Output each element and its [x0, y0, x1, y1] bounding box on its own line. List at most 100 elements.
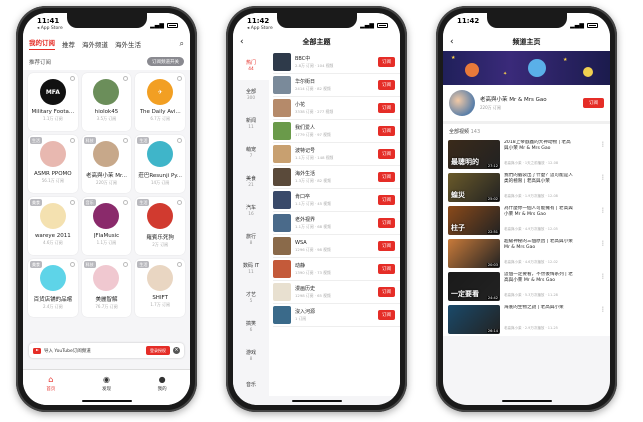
- channel-row[interactable]: 小花 3338 订阅 · 277 视频 订阅: [273, 97, 400, 120]
- back-to-app-store[interactable]: ◂ App Store: [247, 26, 273, 31]
- more-icon[interactable]: ⋮: [600, 240, 606, 247]
- channel-card[interactable]: ✈ The Daily Avi... 6.7万 订阅: [135, 73, 185, 131]
- channel-subscribers: 56.1万 订阅: [41, 178, 64, 183]
- select-checkbox[interactable]: [177, 76, 182, 81]
- select-checkbox[interactable]: [177, 200, 182, 205]
- video-thumbnail[interactable]: 柱子 22:51: [448, 206, 500, 235]
- subscribe-button[interactable]: 订阅: [378, 264, 395, 274]
- select-checkbox[interactable]: [69, 76, 75, 81]
- channel-card[interactable]: 生活 ASMR PPOMO 56.1万 订阅: [28, 135, 78, 193]
- more-icon[interactable]: ⋮: [600, 174, 606, 181]
- category-item[interactable]: 美食 21: [233, 167, 269, 196]
- channel-row[interactable]: 波特记号 1.1万 订阅 · 148 视频 订阅: [273, 143, 400, 166]
- tab-overseas-life[interactable]: 海外生活: [115, 39, 141, 49]
- video-thumbnail[interactable]: 26:14: [448, 305, 500, 334]
- channel-row[interactable]: WSA 1296 订阅 · 98 视频 订阅: [273, 235, 400, 258]
- home-indicator: [81, 399, 132, 402]
- channel-card[interactable]: 科技 美麗智解 76.7万 订阅: [81, 259, 132, 317]
- subscribe-button[interactable]: 订阅: [378, 218, 395, 228]
- select-checkbox[interactable]: [69, 200, 75, 205]
- select-checkbox[interactable]: [69, 138, 75, 143]
- video-row[interactable]: 柱子 22:51 為什麼你一個人可能擁有 | 老高與小茉 Mr & Mrs Gao 老…: [443, 204, 610, 237]
- select-checkbox[interactable]: [123, 200, 129, 205]
- subscribe-button[interactable]: 订阅: [378, 126, 395, 136]
- back-arrow-icon[interactable]: ‹: [240, 37, 244, 47]
- channel-card[interactable]: 科技 老高與小茉 Mr... 220万 订阅: [81, 135, 132, 193]
- category-item[interactable]: 热门 44: [233, 51, 269, 80]
- video-thumbnail[interactable]: 蝗災 25:02: [448, 173, 500, 202]
- channel-row[interactable]: 动静 1390 订阅 · 73 视频 订阅: [273, 258, 400, 281]
- subscribe-button[interactable]: 订阅: [378, 80, 395, 90]
- tab-overseas-channels[interactable]: 海外频道: [82, 39, 108, 49]
- tab-my-subscriptions[interactable]: 我的订阅: [29, 37, 55, 50]
- category-item[interactable]: 全部 300: [233, 80, 269, 109]
- close-icon[interactable]: ×: [173, 347, 180, 354]
- category-item[interactable]: 萌宠 7: [233, 138, 269, 167]
- more-icon[interactable]: ⋮: [600, 273, 606, 280]
- subscribe-button[interactable]: 订阅: [378, 57, 395, 67]
- channel-row[interactable]: 肯口卒 1.1万 订阅 · 45 视频 订阅: [273, 189, 400, 212]
- subscribe-button[interactable]: 订阅: [378, 149, 395, 159]
- subscribe-button[interactable]: 订阅: [378, 287, 395, 297]
- category-tag: 生活: [137, 261, 150, 268]
- select-checkbox[interactable]: [69, 262, 75, 267]
- channel-row[interactable]: BBC中 2.8万 订阅 · 104 视频 订阅: [273, 51, 400, 74]
- video-meta: 老高與小茉 · 1天之前播放 · 12-08: [504, 161, 559, 165]
- nav-profile[interactable]: ● 我的: [158, 375, 167, 405]
- channel-card[interactable]: 美食 百货店铺的品嚐 2.4万 订阅: [28, 259, 78, 317]
- category-item[interactable]: 数码 IT 11: [233, 254, 269, 283]
- all-videos-count: 143: [470, 129, 481, 135]
- youtube-login-button[interactable]: 登录授权: [146, 346, 170, 355]
- channel-row[interactable]: 华尔街日 2414 订阅 · 82 视频 订阅: [273, 74, 400, 97]
- subscribe-button[interactable]: 订阅: [583, 98, 604, 108]
- video-row[interactable]: 一定要看 24:42 這個一定要看，不然後悔系列 | 老高與小茉 Mr & Mrs …: [443, 270, 610, 303]
- channel-card[interactable]: 音乐 JFlaMusic 1.1万 订阅: [81, 197, 132, 255]
- select-checkbox[interactable]: [177, 138, 182, 143]
- video-row[interactable]: 26:14 海底的生物之謎 | 老高與小茉 老高與小茉 · 2.9万次播放 · 11…: [443, 303, 610, 336]
- video-thumbnail[interactable]: 最聰明的 27:12: [448, 140, 500, 169]
- category-item[interactable]: 音乐: [233, 370, 269, 399]
- category-item[interactable]: 才艺 5: [233, 283, 269, 312]
- subscribe-toggle-button[interactable]: 订阅频道开关: [147, 57, 184, 66]
- channel-row[interactable]: 漫画历史 1298 订阅 · 65 视频 订阅: [273, 281, 400, 304]
- channel-card[interactable]: 生活 莊巴Resunji Py... 14万 订阅: [135, 135, 185, 193]
- channel-row[interactable]: 我们爱人 1779 订阅 · 97 视频 订阅: [273, 120, 400, 143]
- channel-card[interactable]: 生活 羅賓乐死狗 2万 订阅: [135, 197, 185, 255]
- channel-row[interactable]: 老外视界 1.1万 订阅 · 68 视频 订阅: [273, 212, 400, 235]
- more-icon[interactable]: ⋮: [600, 141, 606, 148]
- back-arrow-icon[interactable]: ‹: [450, 37, 454, 47]
- select-checkbox[interactable]: [123, 138, 129, 143]
- category-item[interactable]: 汽车 16: [233, 196, 269, 225]
- category-item[interactable]: 旅行 8: [233, 225, 269, 254]
- category-item[interactable]: 新闻 11: [233, 109, 269, 138]
- channel-card[interactable]: hiolok45 3.5万 订阅: [81, 73, 132, 131]
- category-count: 44: [248, 67, 254, 72]
- category-item[interactable]: 游戏 8: [233, 341, 269, 370]
- tab-recommended[interactable]: 推荐: [62, 39, 75, 49]
- subscribe-button[interactable]: 订阅: [378, 310, 395, 320]
- channel-row[interactable]: 海外生活 1.3万 订阅 · 82 视频 订阅: [273, 166, 400, 189]
- video-thumbnail[interactable]: 20:03: [448, 239, 500, 268]
- channel-card[interactable]: MFA Military Foota... 1.1万 订阅: [28, 73, 78, 131]
- subscribe-button[interactable]: 订阅: [378, 195, 395, 205]
- channel-card[interactable]: 美食 wareye 2011 4.6万 订阅: [28, 197, 78, 255]
- more-icon[interactable]: ⋮: [600, 306, 606, 313]
- select-checkbox[interactable]: [177, 262, 182, 267]
- channel-row[interactable]: 沒入河源 1 订阅 订阅: [273, 304, 400, 327]
- video-thumbnail[interactable]: 一定要看 24:42: [448, 272, 500, 301]
- video-row[interactable]: 蝗災 25:02 我們的腦袋出了什麼？這可能是人类的極限 | 老高與小茉 老高與小茉 …: [443, 171, 610, 204]
- star-icon: ★: [563, 57, 568, 63]
- nav-home[interactable]: ⌂ 首页: [46, 375, 55, 405]
- subscribe-button[interactable]: 订阅: [378, 172, 395, 182]
- select-checkbox[interactable]: [123, 76, 129, 81]
- video-row[interactable]: 最聰明的 27:12 2018上帝戲蟲的大神动物 | 老高與小茉 Mr & Mrs …: [443, 138, 610, 171]
- select-checkbox[interactable]: [123, 262, 129, 267]
- more-icon[interactable]: ⋮: [600, 207, 606, 214]
- category-item[interactable]: 搞笑 6: [233, 312, 269, 341]
- subscribe-button[interactable]: 订阅: [378, 241, 395, 251]
- subscribe-button[interactable]: 订阅: [378, 103, 395, 113]
- channel-card[interactable]: 生活 SHIFT 1.7万 订阅: [135, 259, 185, 317]
- search-icon[interactable]: ⌕: [180, 39, 184, 49]
- video-row[interactable]: 20:03 超級神秘的三個原因 | 老高與小茉 Mr & Mrs Gao 老高與小茉…: [443, 237, 610, 270]
- back-to-app-store[interactable]: ◂ App Store: [37, 26, 63, 31]
